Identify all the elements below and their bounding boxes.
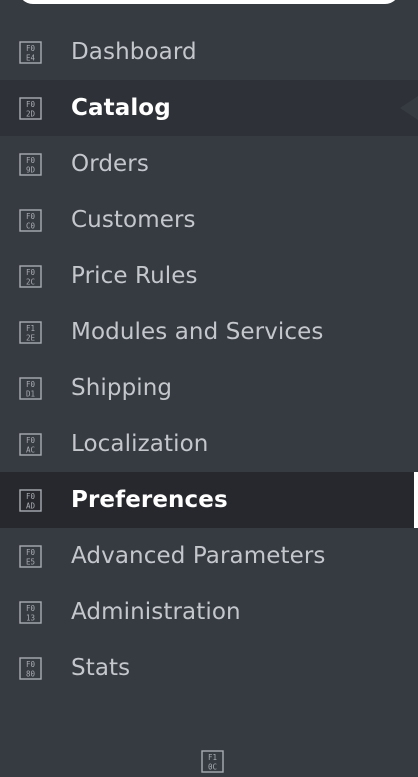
icon-glyph-code: 2C xyxy=(26,278,35,287)
sidebar-item-shipping[interactable]: F0 D1 Shipping xyxy=(0,360,418,416)
active-indicator xyxy=(414,472,418,528)
icon-glyph-code: AD xyxy=(26,502,36,511)
icon-glyph-code: 0C xyxy=(208,763,217,772)
icon-glyph-box: F0C0 xyxy=(19,209,42,232)
sidebar-item-price-rules[interactable]: F0 2C Price Rules xyxy=(0,248,418,304)
icon-glyph-code: 80 xyxy=(26,670,36,679)
sidebar-item-label: Shipping xyxy=(71,375,173,401)
icon-glyph-code: F0 xyxy=(26,660,36,669)
icon-glyph-code: D1 xyxy=(26,390,35,399)
sidebar: F0 E4 Dashboard F0 2D Catalog F0 9D Orders … xyxy=(0,0,418,773)
orders-icon: F0 9D xyxy=(19,153,42,176)
icon-glyph-code: 9D xyxy=(26,166,36,175)
sidebar-item-label: Orders xyxy=(71,151,149,177)
sidebar-item-stats[interactable]: F0 80 Stats xyxy=(0,640,418,696)
icon-glyph-code: E5 xyxy=(26,558,35,567)
search-input[interactable] xyxy=(18,0,400,4)
sidebar-item-orders[interactable]: F0 9D Orders xyxy=(0,136,418,192)
icon-glyph-code: F0 xyxy=(26,156,36,165)
icon-glyph-box: F09D xyxy=(19,153,42,176)
icon-glyph-box: F0AD xyxy=(19,489,42,512)
sidebar-item-label: Localization xyxy=(71,431,209,457)
icon-glyph-code: 2D xyxy=(26,110,36,119)
icon-glyph-box: F02C xyxy=(19,265,42,288)
localization-icon: F0 AC xyxy=(19,433,42,456)
icon-glyph-code: F0 xyxy=(26,44,36,53)
sidebar-item-label: Administration xyxy=(71,599,241,625)
preferences-icon: F0 AD xyxy=(19,489,42,512)
icon-glyph-box: F10C xyxy=(201,750,224,773)
sidebar-item-localization[interactable]: F0 AC Localization xyxy=(0,416,418,472)
sidebar-item-customers[interactable]: F0 C0 Customers xyxy=(0,192,418,248)
sidebar-item-label: Catalog xyxy=(71,95,171,121)
customers-icon: F0 C0 xyxy=(19,209,42,232)
sidebar-item-dashboard[interactable]: F0 E4 Dashboard xyxy=(0,24,418,80)
icon-glyph-code: E4 xyxy=(26,54,36,63)
active-caret-icon xyxy=(400,96,418,120)
icon-glyph-code: F0 xyxy=(26,212,36,221)
sidebar-item-label: Stats xyxy=(71,655,131,681)
sidebar-item-modules[interactable]: F1 2E Modules and Services xyxy=(0,304,418,360)
price-rules-icon: F0 2C xyxy=(19,265,42,288)
icon-glyph-code: F1 xyxy=(26,324,35,333)
icon-glyph-code: F0 xyxy=(26,604,36,613)
sidebar-item-label: Preferences xyxy=(71,487,228,513)
icon-glyph-code: 13 xyxy=(26,614,35,623)
stats-icon: F0 80 xyxy=(19,657,42,680)
icon-glyph-code: F0 xyxy=(26,436,36,445)
sidebar-item-preferences[interactable]: F0 AD Preferences xyxy=(0,472,418,528)
sidebar-item-catalog[interactable]: F0 2D Catalog xyxy=(0,80,418,136)
administration-icon: F0 13 xyxy=(19,601,42,624)
icon-glyph-code: F0 xyxy=(26,100,36,109)
advanced-parameters-icon: F0 E5 xyxy=(19,545,42,568)
modules-icon: F1 2E xyxy=(19,321,42,344)
icon-glyph-code: F0 xyxy=(26,380,36,389)
sidebar-item-label: Customers xyxy=(71,207,196,233)
icon-glyph-code: F0 xyxy=(26,268,36,277)
icon-glyph-code: 2E xyxy=(26,334,36,343)
icon-glyph-box: F013 xyxy=(19,601,42,624)
icon-glyph-code: C0 xyxy=(26,222,36,231)
icon-glyph-code: F0 xyxy=(26,492,36,501)
icon-glyph-box: F02D xyxy=(19,97,42,120)
sidebar-item-administration[interactable]: F0 13 Administration xyxy=(0,584,418,640)
sidebar-item-label: Dashboard xyxy=(71,39,197,65)
icon-glyph-code: F0 xyxy=(26,548,36,557)
sidebar-item-label: Modules and Services xyxy=(71,319,324,345)
icon-glyph-box: F0AC xyxy=(19,433,42,456)
icon-glyph-box: F0E4 xyxy=(19,41,42,64)
shipping-icon: F0 D1 xyxy=(19,377,42,400)
icon-glyph-box: F0E5 xyxy=(19,545,42,568)
catalog-icon: F0 2D xyxy=(19,97,42,120)
sidebar-item-label: Price Rules xyxy=(71,263,198,289)
dashboard-icon: F0 E4 xyxy=(19,41,42,64)
sidebar-menu: F0 E4 Dashboard F0 2D Catalog F0 9D Orders … xyxy=(0,24,418,696)
icon-glyph-code: AC xyxy=(26,446,35,455)
icon-glyph-box: F12E xyxy=(19,321,42,344)
collapse-toggle-icon[interactable]: F1 0C xyxy=(201,750,224,773)
sidebar-item-advanced-parameters[interactable]: F0 E5 Advanced Parameters xyxy=(0,528,418,584)
icon-glyph-code: F1 xyxy=(208,753,217,762)
icon-glyph-box: F080 xyxy=(19,657,42,680)
sidebar-item-label: Advanced Parameters xyxy=(71,543,326,569)
icon-glyph-box: F0D1 xyxy=(19,377,42,400)
